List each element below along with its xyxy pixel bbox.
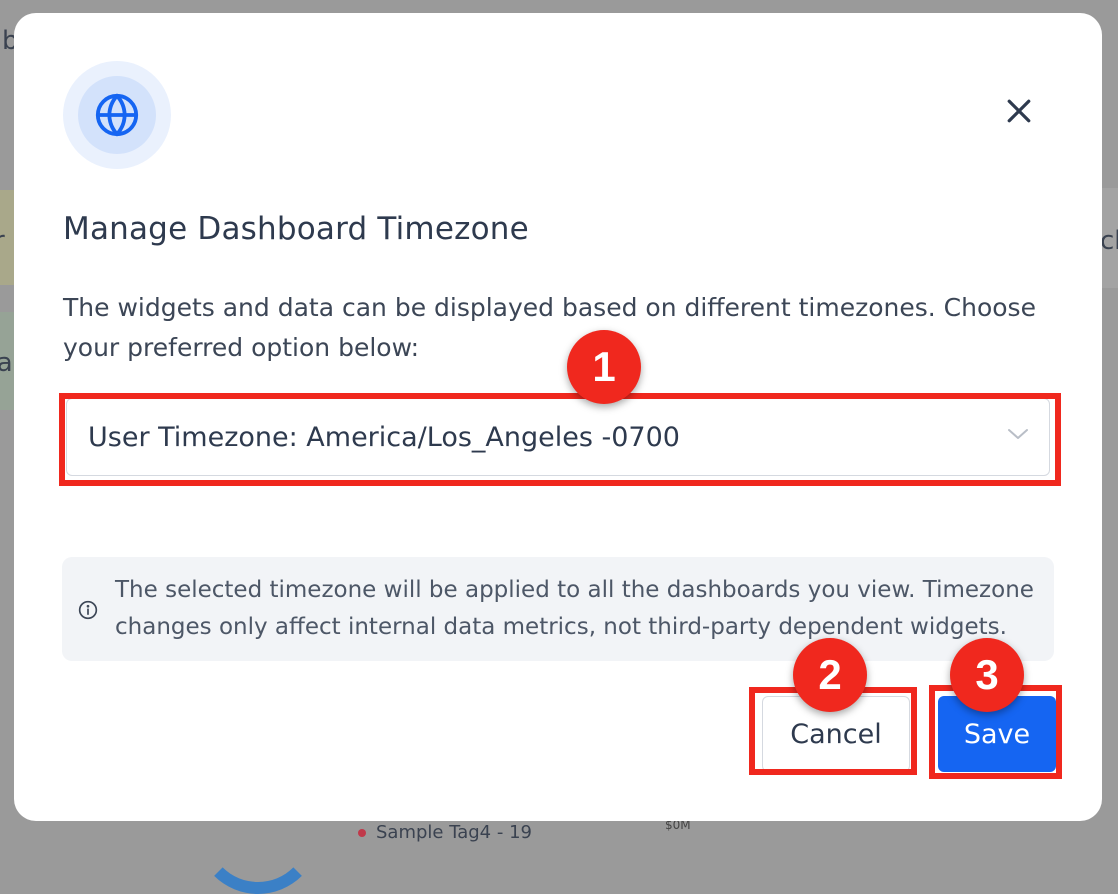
info-notice-text: The selected timezone will be applied to… xyxy=(115,577,1034,640)
legend-dot xyxy=(358,829,366,837)
globe-icon-badge xyxy=(63,61,171,169)
legend-label: Sample Tag4 - 19 xyxy=(376,822,532,843)
globe-icon xyxy=(95,93,139,137)
background-text-4: ch xyxy=(1100,226,1118,256)
background-legend-item: Sample Tag4 - 19 xyxy=(358,822,532,843)
close-button[interactable] xyxy=(996,88,1042,134)
chevron-down-icon[interactable] xyxy=(1007,427,1029,441)
background-text-3: ra xyxy=(0,348,13,378)
step-badge-3: 3 xyxy=(950,638,1024,712)
modal-title: Manage Dashboard Timezone xyxy=(63,211,529,247)
timezone-modal: Manage Dashboard Timezone The widgets an… xyxy=(14,13,1102,821)
info-notice: The selected timezone will be applied to… xyxy=(62,557,1054,661)
timezone-select-value: User Timezone: America/Los_Angeles -0700 xyxy=(88,421,680,453)
background-text-2: r xyxy=(0,226,5,256)
timezone-select[interactable]: User Timezone: America/Los_Angeles -0700 xyxy=(66,398,1050,476)
step-badge-1: 1 xyxy=(567,330,641,404)
modal-description: The widgets and data can be displayed ba… xyxy=(63,293,1036,362)
close-icon[interactable] xyxy=(1006,98,1032,124)
globe-icon-circle xyxy=(78,76,156,154)
step-badge-2: 2 xyxy=(793,638,867,712)
info-icon xyxy=(78,600,98,620)
